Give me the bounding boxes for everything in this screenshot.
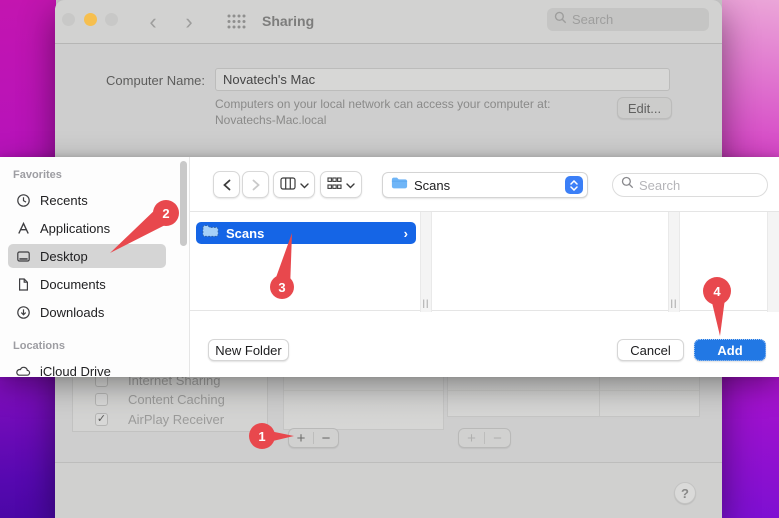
service-row-internet-sharing[interactable]: Internet Sharing — [73, 377, 267, 390]
sidebar-item-label: Desktop — [40, 249, 88, 264]
dialog-search-field[interactable] — [612, 173, 768, 197]
screen: ‹ › Sharing — [0, 0, 779, 518]
sidebar-section-favorites: Favorites — [13, 169, 62, 181]
zoom-window-button[interactable] — [105, 13, 118, 26]
group-view-icon — [327, 177, 342, 193]
selected-folder-row[interactable]: Scans › — [196, 222, 416, 244]
edit-button[interactable]: Edit... — [617, 97, 672, 119]
column-resize-handle[interactable]: || — [421, 298, 431, 308]
sidebar-item-label: Downloads — [40, 305, 104, 320]
column-view-icon — [280, 177, 296, 193]
titlebar-back-button[interactable]: ‹ — [140, 8, 166, 36]
search-icon — [554, 11, 567, 29]
titlebar-forward-button[interactable]: › — [176, 8, 202, 36]
remove-item-button[interactable]: − — [485, 429, 510, 447]
view-mode-button[interactable] — [273, 171, 315, 198]
add-item-button[interactable]: + — [459, 429, 484, 447]
back-button[interactable] — [213, 171, 240, 198]
help-button[interactable]: ? — [674, 482, 696, 504]
finder-sidebar: Favorites Recents Applications — [0, 157, 190, 377]
secondary-add-remove-group: + − — [458, 428, 511, 448]
sidebar-item-label: Documents — [40, 277, 106, 292]
minimize-window-button[interactable] — [84, 13, 97, 26]
services-list: Internet Sharing Content Caching ✓ AirPl… — [72, 377, 268, 432]
sidebar-item-label: Applications — [40, 221, 110, 236]
content-caching-checkbox[interactable] — [95, 393, 108, 406]
show-all-grid-icon[interactable] — [227, 14, 246, 35]
search-input[interactable] — [572, 12, 702, 27]
sidebar-item-desktop[interactable]: Desktop — [8, 244, 166, 268]
computer-name-description: Computers on your local network can acce… — [215, 97, 550, 111]
folder-icon — [391, 176, 408, 194]
window-title: Sharing — [262, 13, 314, 29]
sidebar-item-label: Recents — [40, 193, 88, 208]
sidebar-section-locations: Locations — [13, 340, 65, 352]
popup-stepper-icon[interactable] — [565, 176, 583, 194]
service-detail-pane — [447, 377, 700, 417]
internet-sharing-checkbox[interactable] — [95, 377, 108, 387]
add-button[interactable]: Add — [694, 339, 766, 361]
sidebar-item-applications[interactable]: Applications — [8, 216, 166, 240]
service-label: AirPlay Receiver — [128, 412, 224, 427]
computer-name-field[interactable] — [215, 68, 670, 91]
sidebar-item-recents[interactable]: Recents — [8, 188, 166, 212]
file-browser-main: Scans — [190, 157, 779, 377]
column-resize-gutter[interactable]: || — [420, 212, 432, 312]
airplay-receiver-checkbox[interactable]: ✓ — [95, 413, 108, 426]
chevron-right-icon: › — [404, 226, 408, 241]
search-icon — [621, 176, 634, 194]
service-detail-pane — [283, 377, 444, 430]
service-row-content-caching[interactable]: Content Caching — [73, 390, 267, 409]
new-folder-button[interactable]: New Folder — [208, 339, 289, 361]
sidebar-scrollbar[interactable] — [180, 161, 187, 246]
remove-service-button[interactable]: − — [314, 429, 338, 447]
add-service-button[interactable]: + — [289, 429, 313, 447]
downloads-icon — [15, 305, 31, 320]
preferences-search-field[interactable] — [547, 8, 709, 31]
location-popup-button[interactable]: Scans — [382, 172, 588, 198]
folder-icon — [202, 224, 219, 242]
dialog-search-input[interactable] — [639, 178, 759, 193]
sidebar-item-icloud-drive[interactable]: iCloud Drive — [8, 359, 166, 377]
document-icon — [15, 277, 31, 292]
desktop-icon — [15, 249, 31, 264]
column-resize-handle[interactable]: || — [669, 298, 679, 308]
service-row-airplay-receiver[interactable]: ✓ AirPlay Receiver — [73, 410, 267, 429]
column-resize-gutter[interactable]: || — [668, 212, 680, 312]
clock-icon — [15, 193, 31, 208]
location-popup-value: Scans — [414, 178, 559, 193]
file-chooser-sheet: Favorites Recents Applications — [0, 157, 779, 377]
sidebar-item-label: iCloud Drive — [40, 364, 111, 378]
service-label: Content Caching — [128, 392, 225, 407]
close-window-button[interactable] — [62, 13, 75, 26]
titlebar: ‹ › Sharing — [55, 0, 722, 44]
cloud-icon — [15, 364, 31, 378]
group-items-button[interactable] — [320, 171, 362, 198]
forward-button[interactable] — [242, 171, 269, 198]
applications-icon — [15, 221, 31, 236]
computer-local-hostname: Novatechs-Mac.local — [215, 113, 326, 127]
sidebar-item-documents[interactable]: Documents — [8, 272, 166, 296]
cancel-button[interactable]: Cancel — [617, 339, 684, 361]
column-resize-gutter[interactable] — [767, 212, 779, 312]
chevron-down-icon — [300, 177, 309, 192]
column-browser[interactable]: Scans › || || — [190, 211, 779, 311]
selected-folder-name: Scans — [226, 226, 397, 241]
window-footer — [55, 463, 722, 518]
chevron-down-icon — [346, 177, 355, 192]
sidebar-item-downloads[interactable]: Downloads — [8, 300, 166, 324]
service-label: Internet Sharing — [128, 377, 221, 388]
computer-name-label: Computer Name: — [93, 73, 205, 88]
service-add-remove-group: + − — [288, 428, 339, 448]
